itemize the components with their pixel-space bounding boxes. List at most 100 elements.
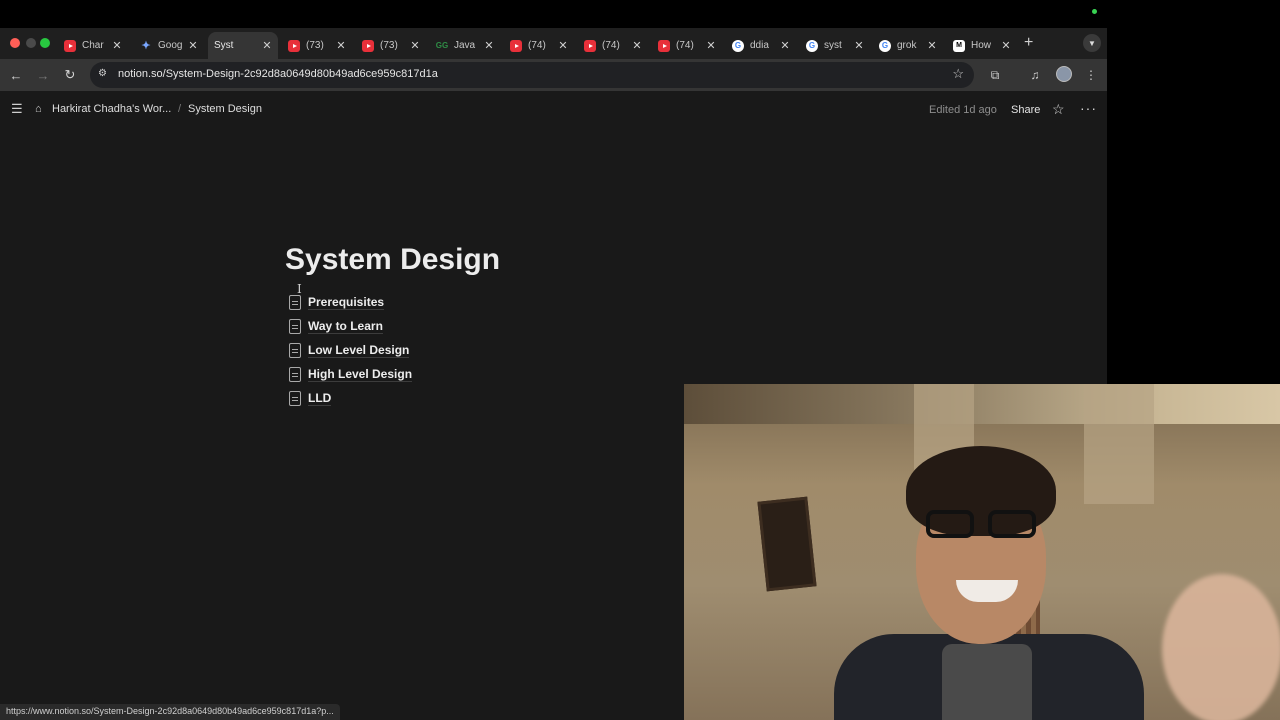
subpage-label: Low Level Design xyxy=(308,342,410,358)
close-tab-icon[interactable]: ✕ xyxy=(188,39,198,52)
sidebar-menu-icon[interactable]: ☰ xyxy=(11,102,25,115)
tab[interactable]: G ddia ✕ xyxy=(726,32,796,59)
tab-strip: Char ✕ ✦ Goog ✕ N Syst ✕ (73) ✕ (73) ✕ xyxy=(0,28,1107,107)
extensions-icon[interactable]: ⧉ xyxy=(986,66,1004,84)
geeksforgeeks-icon: GG xyxy=(435,41,449,50)
close-window-button[interactable] xyxy=(10,38,20,48)
browser-menu-icon[interactable]: ⋮ xyxy=(1082,66,1100,84)
tab-title: (73) xyxy=(306,40,324,51)
subpage-link[interactable]: High Level Design xyxy=(289,362,413,386)
tab[interactable]: G grok ✕ xyxy=(873,32,943,59)
reload-icon[interactable]: ↻ xyxy=(61,66,79,84)
webcam-hand xyxy=(1162,574,1280,720)
edited-timestamp: Edited 1d ago xyxy=(929,104,997,116)
youtube-icon xyxy=(362,39,374,52)
page-icon xyxy=(289,366,301,382)
close-tab-icon[interactable]: ✕ xyxy=(927,39,937,52)
tab-title: (74) xyxy=(602,40,620,51)
tab[interactable]: ✦ Goog ✕ xyxy=(134,32,204,59)
page-title[interactable]: System Design xyxy=(285,243,500,277)
tab-title: Goog xyxy=(158,40,183,51)
tab-title: (74) xyxy=(528,40,546,51)
tab[interactable]: (73) ✕ xyxy=(282,32,352,59)
subpage-link[interactable]: LLD xyxy=(289,386,412,410)
tab-title: (74) xyxy=(676,40,694,51)
google-icon: G xyxy=(879,39,891,52)
webcam-glasses xyxy=(926,510,1038,540)
close-tab-icon[interactable]: ✕ xyxy=(336,39,346,52)
more-options-icon[interactable]: ··· xyxy=(1080,100,1097,116)
breadcrumb-workspace[interactable]: Harkirat Chadha's Wor... xyxy=(52,103,171,115)
profile-avatar[interactable] xyxy=(1056,66,1072,82)
close-tab-icon[interactable]: ✕ xyxy=(484,39,494,52)
close-tab-icon[interactable]: ✕ xyxy=(780,39,790,52)
tab-title: Char xyxy=(82,40,104,51)
new-tab-button[interactable]: + xyxy=(1024,34,1033,52)
subpage-link[interactable]: Low Level Design xyxy=(289,338,412,362)
youtube-icon xyxy=(584,39,596,52)
tab-active[interactable]: N Syst ✕ xyxy=(208,32,278,107)
tab-title: ddia xyxy=(750,40,769,51)
breadcrumb-page[interactable]: System Design xyxy=(188,103,262,115)
close-tab-icon[interactable]: ✕ xyxy=(854,39,864,52)
close-tab-icon[interactable]: ✕ xyxy=(262,39,272,52)
site-info-icon[interactable]: ⚙ xyxy=(98,68,107,79)
url-text: notion.so/System-Design-2c92d8a0649d80b4… xyxy=(118,68,438,80)
link-status-bar: https://www.notion.so/System-Design-2c92… xyxy=(0,704,340,720)
share-button[interactable]: Share xyxy=(1011,104,1040,116)
tab[interactable]: (74) ✕ xyxy=(504,32,574,59)
tab-title: syst xyxy=(824,40,842,51)
youtube-icon xyxy=(510,39,522,52)
breadcrumb-separator: / xyxy=(178,103,182,115)
favorite-star-icon[interactable]: ☆ xyxy=(1052,101,1065,118)
home-icon: ⌂ xyxy=(35,103,42,115)
gemini-icon: ✦ xyxy=(141,40,151,52)
tab[interactable]: (74) ✕ xyxy=(652,32,722,59)
page-icon xyxy=(289,390,301,406)
tab[interactable]: (74) ✕ xyxy=(578,32,648,59)
media-controls-icon[interactable]: ♫ xyxy=(1026,66,1044,84)
tab-search-button[interactable]: ▼ xyxy=(1083,34,1101,52)
tab[interactable]: GG Java ✕ xyxy=(430,32,500,59)
webcam-shirt xyxy=(942,644,1032,720)
forward-icon[interactable]: → xyxy=(34,66,52,84)
tab-title: Syst xyxy=(214,40,234,51)
subpage-list: Prerequisites Way to Learn Low Level Des… xyxy=(289,290,413,410)
close-tab-icon[interactable]: ✕ xyxy=(706,39,716,52)
close-tab-icon[interactable]: ✕ xyxy=(558,39,568,52)
browser-toolbar: ← → ↻ ⚙ notion.so/System-Design-2c92d8a0… xyxy=(0,59,1107,91)
bookmark-star-icon[interactable]: ☆ xyxy=(952,66,964,82)
page-icon xyxy=(289,318,301,334)
page-icon xyxy=(289,342,301,358)
webcam-wall-frame xyxy=(757,496,817,592)
tab[interactable]: M How ✕ xyxy=(947,32,1017,59)
close-tab-icon[interactable]: ✕ xyxy=(410,39,420,52)
tab[interactable]: (73) ✕ xyxy=(356,32,426,59)
google-icon: G xyxy=(806,39,818,52)
medium-icon: M xyxy=(953,39,965,52)
page-icon xyxy=(289,294,301,310)
screen: Char ✕ ✦ Goog ✕ N Syst ✕ (73) ✕ (73) ✕ xyxy=(0,0,1280,720)
back-icon[interactable]: ← xyxy=(7,66,25,84)
webcam-overlay xyxy=(684,384,1280,720)
close-tab-icon[interactable]: ✕ xyxy=(112,39,122,52)
camera-indicator xyxy=(1092,9,1097,14)
address-bar[interactable]: ⚙ notion.so/System-Design-2c92d8a0649d80… xyxy=(90,62,974,88)
close-tab-icon[interactable]: ✕ xyxy=(1001,39,1011,52)
tab[interactable]: Char ✕ xyxy=(58,32,128,59)
webcam-ceiling xyxy=(684,384,1280,424)
subpage-link[interactable]: Prerequisites xyxy=(289,290,412,314)
youtube-icon xyxy=(64,39,76,52)
subpage-link[interactable]: Way to Learn xyxy=(289,314,412,338)
youtube-icon xyxy=(288,39,300,52)
tab-title: (73) xyxy=(380,40,398,51)
subpage-label: Prerequisites xyxy=(308,294,385,310)
maximize-window-button[interactable] xyxy=(40,38,50,48)
tab-title: How xyxy=(971,40,992,51)
notion-topbar: ☰ ⌂ Harkirat Chadha's Wor... / System De… xyxy=(0,91,1107,129)
minimize-window-button[interactable] xyxy=(26,38,36,48)
tab-title: Java xyxy=(454,40,476,51)
tab[interactable]: G syst ✕ xyxy=(800,32,870,59)
close-tab-icon[interactable]: ✕ xyxy=(632,39,642,52)
glasses-lens-right xyxy=(988,510,1036,538)
